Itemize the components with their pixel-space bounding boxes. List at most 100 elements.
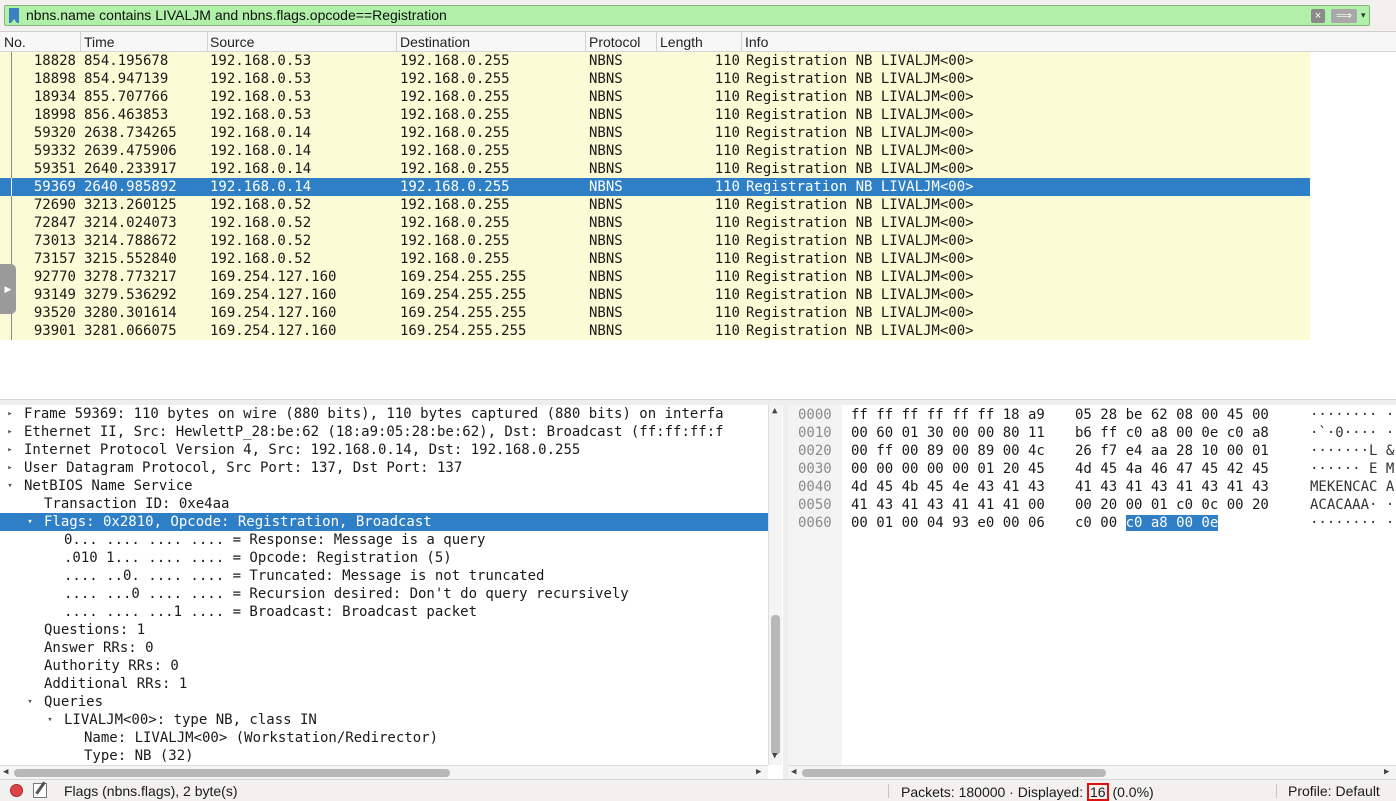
sidebar-handle-icon[interactable]: ▶: [0, 264, 16, 314]
packet-list-header: No. Time Source Destination Protocol Len…: [0, 32, 1396, 52]
expand-arrow-icon[interactable]: ▾: [4, 477, 16, 495]
bytes-ascii: ······ E M: [1310, 461, 1395, 477]
detail-tree-item[interactable]: ▾ Queries: [0, 693, 768, 711]
detail-tree-label: NetBIOS Name Service: [24, 478, 193, 494]
detail-tree-item[interactable]: Name: LIVALJM<00> (Workstation/Redirecto…: [0, 729, 768, 747]
scroll-down-icon[interactable]: ▼: [772, 751, 777, 761]
detail-tree-item[interactable]: Transaction ID: 0xe4aa: [0, 495, 768, 513]
detail-tree-item[interactable]: ▸ Internet Protocol Version 4, Src: 192.1…: [0, 441, 768, 459]
packet-row[interactable]: 93149 3279.536292 169.254.127.160 169.254.2…: [0, 286, 1310, 304]
packet-time: 2640.233917: [84, 161, 177, 177]
collapse-arrow-icon[interactable]: ▸: [4, 405, 16, 423]
scroll-right-icon[interactable]: ▶: [1384, 767, 1389, 777]
scroll-up-icon[interactable]: ▲: [772, 406, 777, 416]
detail-tree-item[interactable]: .010 1... .... .... = Opcode: Registrati…: [0, 549, 768, 567]
packet-length: 110: [714, 161, 740, 177]
scroll-left-icon[interactable]: ◀: [791, 767, 796, 777]
expand-arrow-icon[interactable]: ▾: [24, 693, 36, 711]
details-vertical-scroll-thumb[interactable]: [771, 615, 780, 755]
packet-row[interactable]: 73157 3215.552840 192.168.0.52 192.168.0.25…: [0, 250, 1310, 268]
bytes-row[interactable]: 0030 00 00 00 00 00 01 20 45 4d 45 4a 46 4…: [788, 460, 1396, 478]
column-header-length[interactable]: Length: [660, 34, 703, 50]
collapse-arrow-icon[interactable]: ▸: [4, 441, 16, 459]
detail-tree-item[interactable]: ▸ Ethernet II, Src: HewlettP_28:be:62 (18…: [0, 423, 768, 441]
scroll-left-icon[interactable]: ◀: [3, 767, 8, 777]
packets-prefix: Packets: 180000 · Displayed:: [901, 784, 1087, 800]
displayed-percent: (0.0%): [1108, 784, 1154, 800]
detail-tree-item[interactable]: Questions: 1: [0, 621, 768, 639]
detail-tree-item[interactable]: 0... .... .... .... = Response: Message …: [0, 531, 768, 549]
column-header-destination[interactable]: Destination: [400, 34, 470, 50]
capture-status-icon[interactable]: [10, 784, 23, 797]
collapse-arrow-icon[interactable]: ▸: [4, 459, 16, 477]
details-horizontal-scrollbar[interactable]: ◀ ▶: [0, 765, 768, 779]
details-vertical-scrollbar[interactable]: ▲ ▼: [768, 405, 782, 765]
detail-tree-item[interactable]: .... ...0 .... .... = Recursion desired:…: [0, 585, 768, 603]
filter-history-dropdown[interactable]: ▾: [1361, 8, 1369, 23]
expand-arrow-icon[interactable]: ▾: [24, 513, 36, 531]
column-header-time[interactable]: Time: [84, 34, 115, 50]
detail-tree-item[interactable]: ▸ Frame 59369: 110 bytes on wire (880 bit…: [0, 405, 768, 423]
detail-tree-item[interactable]: ▾ LIVALJM<00>: type NB, class IN: [0, 711, 768, 729]
packet-protocol: NBNS: [589, 233, 623, 249]
detail-tree-item[interactable]: ▾ Flags: 0x2810, Opcode: Registration, Br…: [0, 513, 768, 531]
display-filter-input[interactable]: nbns.name contains LIVALJM and nbns.flag…: [4, 5, 1370, 26]
bytes-row[interactable]: 0050 41 43 41 43 41 41 41 00 00 20 00 01 c…: [788, 496, 1396, 514]
packet-row[interactable]: 18998 856.463853 192.168.0.53 192.168.0.255…: [0, 106, 1310, 124]
packet-source: 192.168.0.53: [210, 89, 312, 105]
detail-tree-item[interactable]: Additional RRs: 1: [0, 675, 768, 693]
bytes-horizontal-scroll-thumb[interactable]: [802, 769, 1106, 777]
bytes-row[interactable]: 0020 00 ff 00 89 00 89 00 4c 26 f7 e4 aa 2…: [788, 442, 1396, 460]
detail-tree-item[interactable]: Authority RRs: 0: [0, 657, 768, 675]
packet-destination: 169.254.255.255: [400, 323, 527, 339]
detail-tree-item[interactable]: ▸ User Datagram Protocol, Src Port: 137, …: [0, 459, 768, 477]
packet-row[interactable]: 72690 3213.260125 192.168.0.52 192.168.0.25…: [0, 196, 1310, 214]
packet-row[interactable]: 59369 2640.985892 192.168.0.14 192.168.0.25…: [0, 178, 1310, 196]
bytes-horizontal-scrollbar[interactable]: ◀ ▶: [788, 765, 1396, 779]
packet-row[interactable]: 93901 3281.066075 169.254.127.160 169.254.2…: [0, 322, 1310, 340]
packet-row[interactable]: 18898 854.947139 192.168.0.53 192.168.0.255…: [0, 70, 1310, 88]
filter-bookmark-icon[interactable]: [9, 8, 19, 23]
column-header-protocol[interactable]: Protocol: [589, 34, 640, 50]
details-horizontal-scroll-thumb[interactable]: [14, 769, 450, 777]
packet-bytes-pane[interactable]: 0000 ff ff ff ff ff ff 18 a9 05 28 be 62 0…: [788, 405, 1396, 779]
packet-row[interactable]: 59320 2638.734265 192.168.0.14 192.168.0.25…: [0, 124, 1310, 142]
capture-comment-icon[interactable]: [33, 783, 47, 798]
packet-row[interactable]: 73013 3214.788672 192.168.0.52 192.168.0.25…: [0, 232, 1310, 250]
packet-row[interactable]: 59351 2640.233917 192.168.0.14 192.168.0.25…: [0, 160, 1310, 178]
detail-tree-item[interactable]: .... .... ...1 .... = Broadcast: Broadca…: [0, 603, 768, 621]
packet-info: Registration NB LIVALJM<00>: [746, 197, 974, 213]
display-filter-text[interactable]: nbns.name contains LIVALJM and nbns.flag…: [26, 7, 447, 23]
detail-tree-item[interactable]: Answer RRs: 0: [0, 639, 768, 657]
detail-tree-label: .... ..0. .... .... = Truncated: Message…: [64, 568, 545, 584]
column-header-source[interactable]: Source: [210, 34, 254, 50]
detail-tree-label: LIVALJM<00>: type NB, class IN: [64, 712, 317, 728]
packet-row[interactable]: 18828 854.195678 192.168.0.53 192.168.0.255…: [0, 52, 1310, 70]
packet-row[interactable]: 72847 3214.024073 192.168.0.52 192.168.0.25…: [0, 214, 1310, 232]
packet-length: 110: [714, 233, 740, 249]
apply-filter-button[interactable]: ⟹: [1331, 9, 1357, 23]
packet-details-pane[interactable]: ▸ Frame 59369: 110 bytes on wire (880 bit…: [0, 405, 783, 779]
scroll-right-icon[interactable]: ▶: [756, 767, 761, 777]
packet-row[interactable]: 92770 3278.773217 169.254.127.160 169.254.2…: [0, 268, 1310, 286]
packet-row[interactable]: 18934 855.707766 192.168.0.53 192.168.0.255…: [0, 88, 1310, 106]
packet-destination: 169.254.255.255: [400, 305, 527, 321]
packet-source: 169.254.127.160: [210, 287, 337, 303]
bytes-row[interactable]: 0000 ff ff ff ff ff ff 18 a9 05 28 be 62 0…: [788, 406, 1396, 424]
bytes-row[interactable]: 0010 00 60 01 30 00 00 80 11 b6 ff c0 a8 0…: [788, 424, 1396, 442]
collapse-arrow-icon[interactable]: ▸: [4, 423, 16, 441]
detail-tree-item[interactable]: Type: NB (32): [0, 747, 768, 765]
detail-tree-item[interactable]: ▾ NetBIOS Name Service: [0, 477, 768, 495]
packet-destination: 192.168.0.255: [400, 71, 510, 87]
status-profile[interactable]: Profile: Default: [1288, 783, 1380, 799]
packet-list-pane[interactable]: No. Time Source Destination Protocol Len…: [0, 31, 1396, 399]
detail-tree-item[interactable]: .... ..0. .... .... = Truncated: Message…: [0, 567, 768, 585]
packet-row[interactable]: 59332 2639.475906 192.168.0.14 192.168.0.25…: [0, 142, 1310, 160]
expand-arrow-icon[interactable]: ▾: [44, 711, 56, 729]
column-header-no[interactable]: No.: [4, 34, 26, 50]
clear-filter-button[interactable]: ×: [1311, 9, 1325, 23]
bytes-row[interactable]: 0060 00 01 00 04 93 e0 00 06 c0 00 c0 a8 0…: [788, 514, 1396, 532]
bytes-row[interactable]: 0040 4d 45 4b 45 4e 43 41 43 41 43 41 43 4…: [788, 478, 1396, 496]
packet-row[interactable]: 93520 3280.301614 169.254.127.160 169.254.2…: [0, 304, 1310, 322]
column-header-info[interactable]: Info: [745, 34, 768, 50]
